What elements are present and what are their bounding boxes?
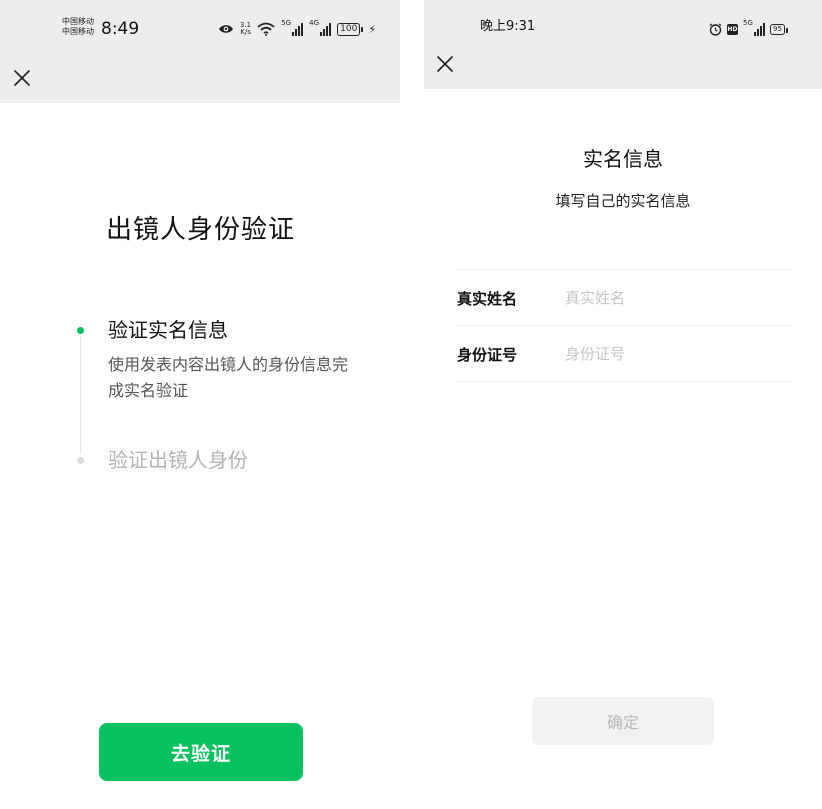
start-verification-button[interactable]: 去验证 bbox=[99, 723, 303, 781]
step-indicator-inactive bbox=[77, 457, 84, 464]
real-name-info-screen: 晚上9:31 HD 5G 95 实名信息 填写自己的实名信息 真实姓名 身份证号 bbox=[424, 0, 822, 809]
battery-icon: 100 bbox=[337, 22, 364, 36]
close-icon[interactable] bbox=[434, 53, 456, 75]
real-name-label: 真实姓名 bbox=[457, 289, 518, 308]
wifi-icon bbox=[257, 22, 275, 36]
carrier-label: 中国移动 中国移动 bbox=[62, 17, 94, 36]
top-bar: 晚上9:31 HD 5G 95 bbox=[424, 0, 822, 89]
step-description: 使用发表内容出镜人的身份信息完成实名验证 bbox=[108, 355, 349, 400]
divider bbox=[456, 381, 792, 382]
identity-verification-screen: 中国移动 中国移动 8:49 3.1 K/s 5G 4G 100 ⚡ 出镜人身份… bbox=[0, 0, 400, 809]
confirm-button[interactable]: 确定 bbox=[532, 697, 714, 745]
step-title: 验证实名信息 bbox=[108, 318, 228, 342]
step-connector bbox=[80, 336, 81, 454]
network-speed: 3.1 K/s bbox=[240, 21, 252, 36]
id-number-label: 身份证号 bbox=[457, 345, 518, 364]
top-bar: 中国移动 中国移动 8:49 3.1 K/s 5G 4G 100 ⚡ bbox=[0, 0, 400, 103]
signal-icon-secondary: 4G bbox=[309, 19, 332, 36]
status-time: 晚上9:31 bbox=[480, 19, 536, 34]
status-time: 8:49 bbox=[101, 19, 140, 39]
id-number-row: 身份证号 bbox=[457, 326, 785, 382]
real-name-row: 真实姓名 bbox=[457, 270, 785, 326]
status-icons: HD 5G 95 bbox=[709, 19, 788, 36]
close-icon[interactable] bbox=[11, 67, 33, 89]
id-number-input[interactable] bbox=[565, 345, 785, 363]
status-icons: 3.1 K/s 5G 4G 100 ⚡ bbox=[218, 19, 377, 36]
charging-icon: ⚡ bbox=[368, 22, 377, 36]
eye-icon bbox=[219, 25, 233, 33]
step-indicator-active bbox=[77, 327, 84, 334]
page-title: 实名信息 bbox=[583, 147, 663, 171]
step-title-pending: 验证出镜人身份 bbox=[108, 448, 248, 472]
signal-icon: 5G bbox=[281, 19, 304, 36]
page-title: 出镜人身份验证 bbox=[106, 215, 296, 245]
page-subtitle: 填写自己的实名信息 bbox=[555, 192, 691, 210]
alarm-icon bbox=[709, 22, 722, 36]
signal-icon: 5G bbox=[743, 19, 765, 36]
battery-icon: 95 bbox=[770, 23, 788, 35]
hd-icon: HD bbox=[727, 23, 738, 35]
real-name-input[interactable] bbox=[565, 289, 785, 307]
